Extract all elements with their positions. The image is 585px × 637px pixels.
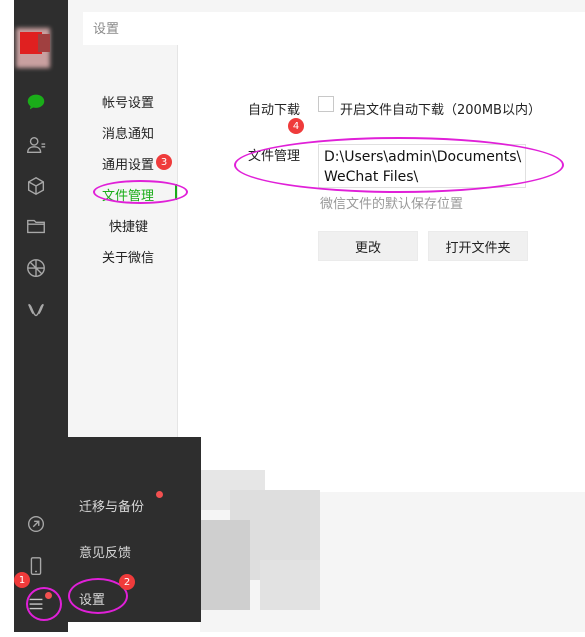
window-edge xyxy=(0,0,14,637)
mini-programs-icon[interactable] xyxy=(24,298,48,322)
wechat-settings-screen: { "dialog": { "title": "设置" }, "settings… xyxy=(0,0,585,637)
open-folder-button[interactable]: 打开文件夹 xyxy=(428,231,528,261)
annotation-number-1: 1 xyxy=(14,572,30,588)
auto-download-label: 自动下载 xyxy=(248,103,301,118)
nav-account[interactable]: 帐号设置 xyxy=(102,92,154,111)
annotation-number-4: 4 xyxy=(288,118,304,134)
menu-item-badge xyxy=(156,491,163,498)
chat-icon[interactable] xyxy=(24,90,48,114)
link-icon[interactable] xyxy=(24,512,48,536)
favorites-icon[interactable] xyxy=(24,174,48,198)
auto-download-checkbox[interactable] xyxy=(318,96,334,112)
nav-shortcuts[interactable]: 快捷键 xyxy=(109,216,148,235)
moments-icon[interactable] xyxy=(24,256,48,280)
blurred-region xyxy=(260,560,320,610)
save-path-hint: 微信文件的默认保存位置 xyxy=(320,197,464,212)
annotation-number-2: 2 xyxy=(119,574,135,590)
annotation-circle-menu xyxy=(26,587,62,621)
change-button[interactable]: 更改 xyxy=(318,231,418,261)
annotation-circle-path xyxy=(234,137,564,193)
menu-item-migrate-backup[interactable]: 迁移与备份 xyxy=(79,496,144,515)
nav-about[interactable]: 关于微信 xyxy=(102,247,154,266)
auto-download-checkbox-label[interactable]: 开启文件自动下载（200MB以内） xyxy=(340,99,541,118)
annotation-circle-file-management xyxy=(93,180,188,204)
contacts-icon[interactable] xyxy=(24,133,48,157)
nav-notifications[interactable]: 消息通知 xyxy=(102,123,154,142)
files-icon[interactable] xyxy=(24,214,48,238)
annotation-number-3: 3 xyxy=(156,154,172,170)
menu-item-feedback[interactable]: 意见反馈 xyxy=(79,542,131,561)
nav-general[interactable]: 通用设置 xyxy=(102,154,154,173)
blurred-region xyxy=(200,520,250,610)
dialog-title: 设置 xyxy=(93,22,120,37)
avatar[interactable] xyxy=(16,28,50,68)
